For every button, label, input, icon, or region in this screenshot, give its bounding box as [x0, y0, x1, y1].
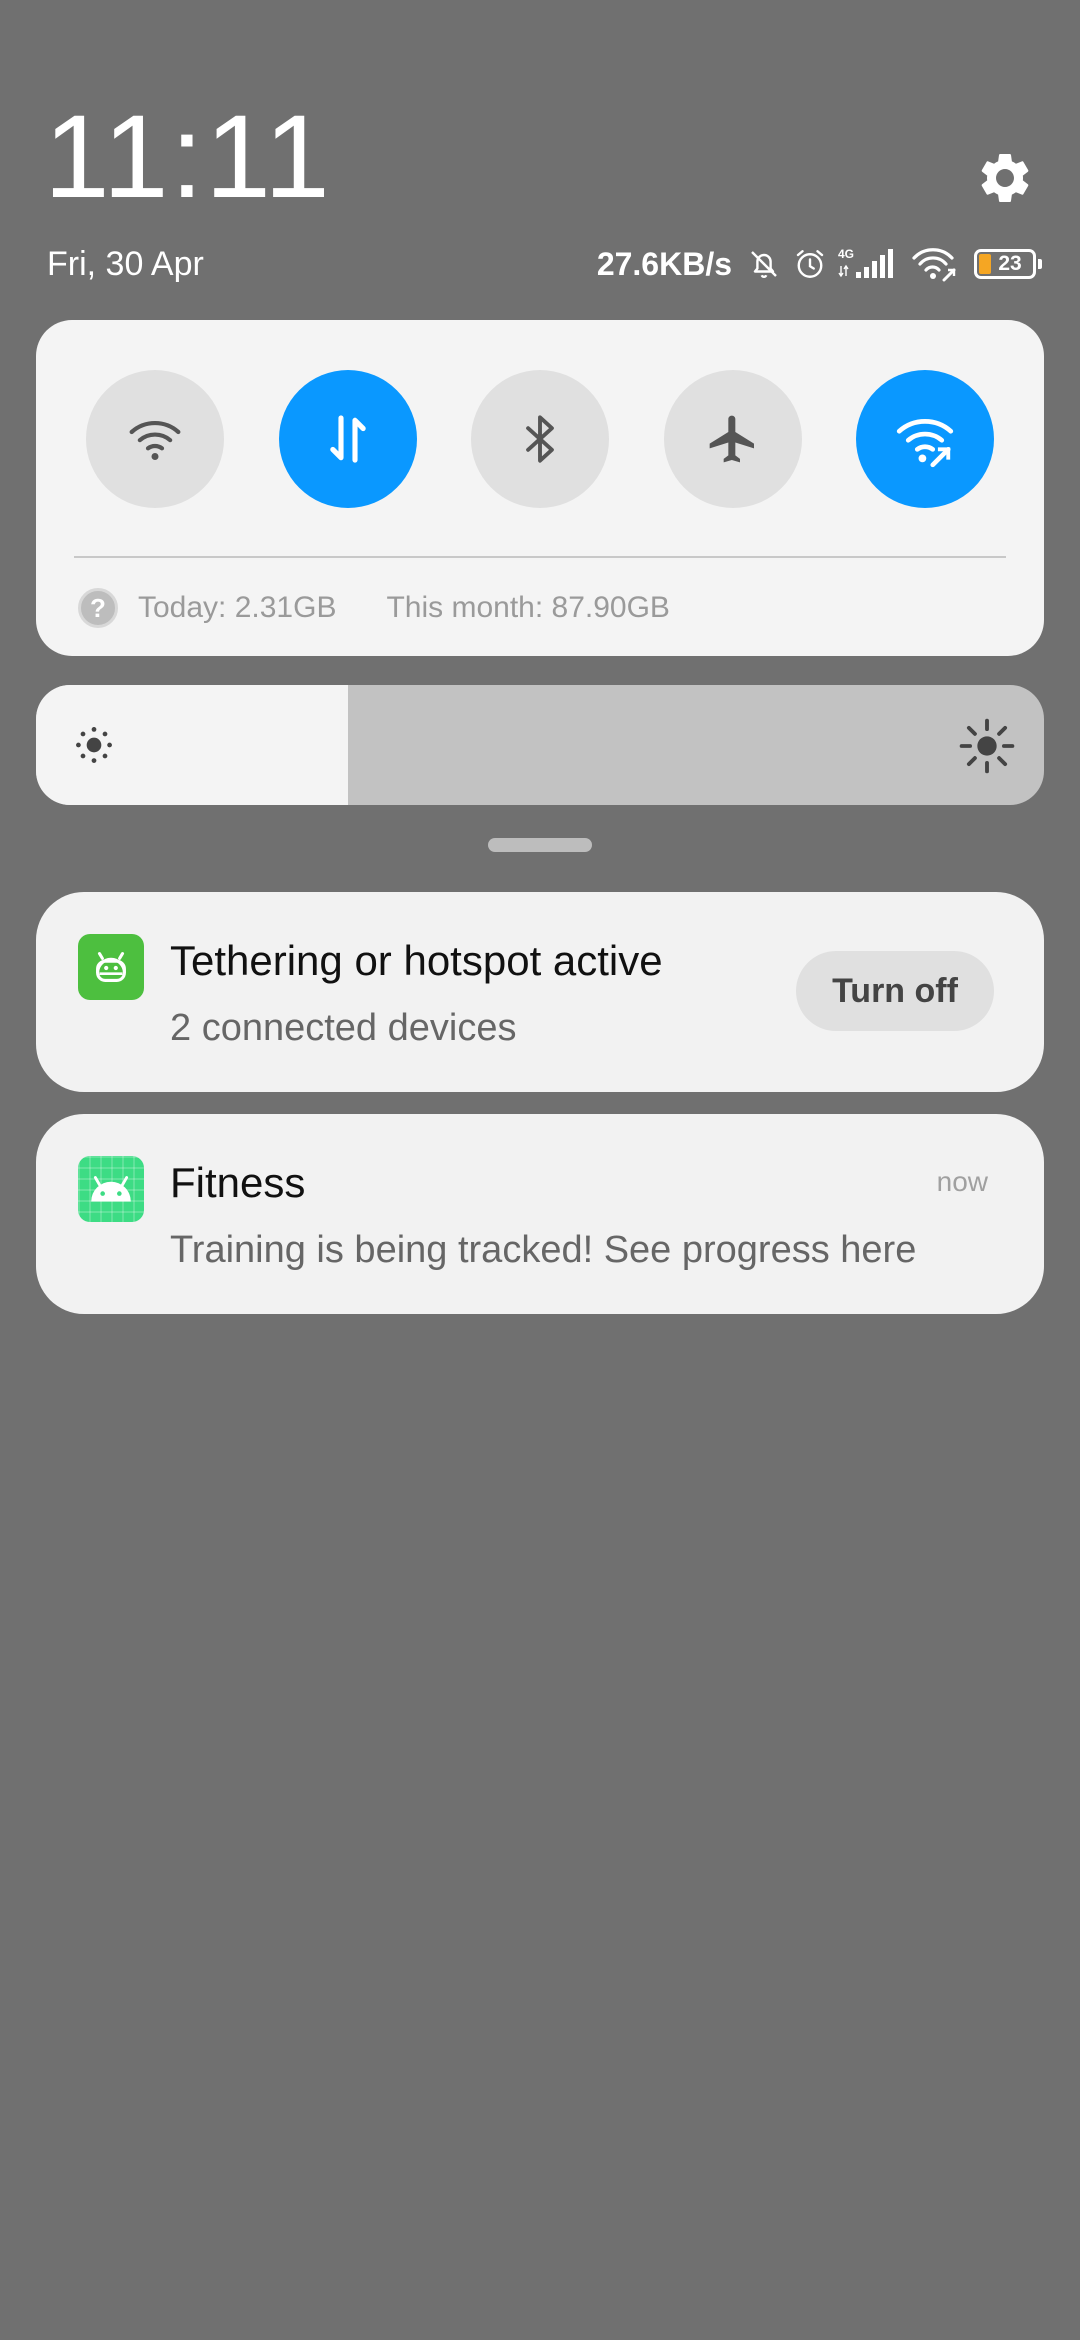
- bell-off-icon: [751, 251, 777, 278]
- notification-title: Tethering or hotspot active: [170, 937, 663, 984]
- usage-today: Today: 2.31GB: [138, 591, 337, 624]
- android-icon: [78, 1156, 144, 1222]
- brightness-slider[interactable]: [36, 685, 1044, 805]
- status-icons: 27.6KB/s 4G 23: [596, 241, 1042, 287]
- notification-text: 2 connected devices: [170, 1007, 517, 1049]
- turn-off-button[interactable]: Turn off: [796, 951, 994, 1031]
- drag-handle[interactable]: [488, 838, 592, 852]
- hotspot-android-icon: [78, 934, 144, 1000]
- bluetooth-toggle[interactable]: [471, 370, 609, 508]
- help-icon: ?: [78, 588, 118, 628]
- date: Fri, 30 Apr: [47, 245, 204, 283]
- usage-month: This month: 87.90GB: [386, 591, 670, 624]
- signal-icon: 4G: [838, 247, 893, 278]
- clock: 11:11: [44, 91, 332, 223]
- wifi-hotspot-status-icon: [912, 248, 956, 282]
- quick-settings-panel: ? Today: 2.31GB This month: 87.90GB: [36, 320, 1044, 656]
- notification-title: Fitness: [170, 1159, 306, 1206]
- hotspot-icon: [896, 419, 954, 468]
- network-type-label: 4G: [838, 247, 854, 261]
- airplane-mode-toggle[interactable]: [664, 370, 802, 508]
- wifi-icon: [129, 421, 181, 460]
- brightness-low-icon: [76, 727, 112, 763]
- airplane-icon: [709, 415, 754, 463]
- notification-time: now: [936, 1166, 988, 1197]
- battery-level: 23: [998, 252, 1022, 275]
- settings-button[interactable]: [975, 148, 1035, 208]
- hotspot-notification[interactable]: Tethering or hotspot active 2 connected …: [36, 892, 1044, 1092]
- fitness-notification[interactable]: Fitness now Training is being tracked! S…: [36, 1114, 1044, 1314]
- hotspot-toggle[interactable]: [856, 370, 994, 508]
- data-arrows-icon: [330, 415, 366, 463]
- notification-text: Training is being tracked! See progress …: [170, 1229, 917, 1271]
- wifi-toggle[interactable]: [86, 370, 224, 508]
- mobile-data-toggle[interactable]: [279, 370, 417, 508]
- gear-icon: [981, 154, 1029, 202]
- bluetooth-icon: [526, 415, 554, 463]
- data-usage-row[interactable]: ? Today: 2.31GB This month: 87.90GB: [78, 586, 670, 630]
- alarm-icon: [796, 250, 824, 278]
- network-speed: 27.6KB/s: [596, 245, 732, 282]
- brightness-high-icon: [959, 718, 1015, 774]
- notification-shade: 11:11 Fri, 30 Apr 27.6KB/s 4G 23 ? Today…: [0, 0, 1080, 2340]
- battery-icon: 23: [974, 249, 1042, 279]
- divider: [74, 556, 1006, 558]
